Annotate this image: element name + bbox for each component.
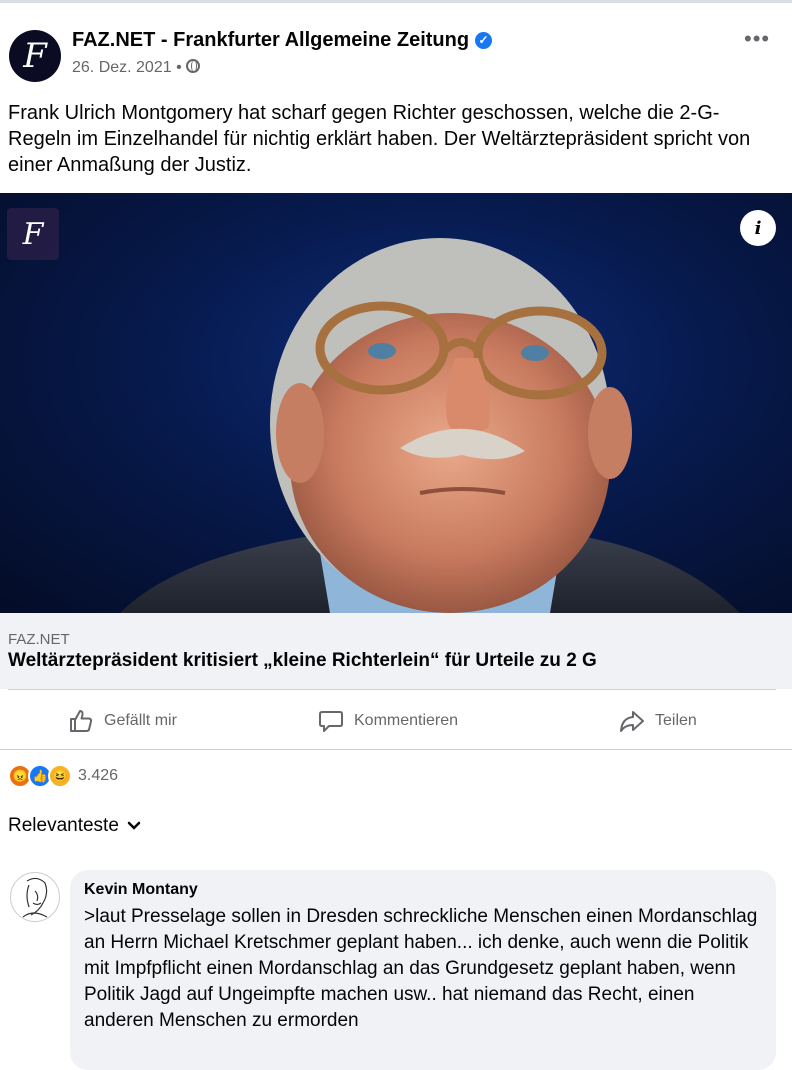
actions-top-divider (8, 689, 776, 690)
like-label: Gefällt mir (104, 712, 177, 729)
top-divider (0, 0, 792, 3)
face-shape (290, 313, 610, 613)
reaction-count: 3.426 (78, 767, 119, 784)
left-eye (368, 343, 396, 359)
thumbs-up-icon (70, 710, 93, 732)
portrait-photo (120, 238, 740, 613)
comment-icon (319, 711, 343, 732)
haha-reaction-icon: 😆 (48, 764, 72, 788)
verified-badge-icon: ✓ (475, 32, 493, 49)
share-icon (620, 711, 644, 732)
comment-text: >laut Presselage sollen in Dresden schre… (84, 906, 758, 1031)
reactions-summary[interactable]: 😠 👍 😆 3.426 (8, 764, 118, 788)
page-avatar[interactable]: F (9, 30, 61, 82)
sort-label: Relevanteste (8, 815, 119, 836)
post-meta: 26. Dez. 2021 • (72, 59, 200, 77)
commenter-avatar[interactable] (10, 872, 60, 922)
more-options-icon[interactable]: ••• (744, 26, 770, 52)
like-button[interactable]: Gefällt mir (68, 706, 177, 736)
share-button[interactable]: Teilen (619, 706, 697, 736)
link-preview-image[interactable] (0, 193, 792, 613)
chevron-down-icon (127, 821, 141, 830)
faz-watermark-icon: F (7, 208, 59, 260)
page-name[interactable]: FAZ.NET - Frankfurter Allgemeine Zeitung… (72, 29, 493, 52)
watermark-glyph: F (22, 216, 44, 252)
page-name-text[interactable]: FAZ.NET - Frankfurter Allgemeine Zeitung (72, 29, 469, 51)
meta-separator: • (176, 59, 182, 76)
right-eye (521, 345, 549, 361)
share-label: Teilen (655, 712, 697, 729)
comment-author[interactable]: Kevin Montany (84, 881, 198, 899)
right-ear (588, 387, 632, 479)
info-icon[interactable]: i (740, 210, 776, 246)
post-date[interactable]: 26. Dez. 2021 (72, 59, 172, 76)
comment-sort-dropdown[interactable]: Relevanteste (8, 815, 141, 837)
post-text: Frank Ulrich Montgomery hat scharf gegen… (8, 102, 751, 176)
comment-label: Kommentieren (354, 712, 459, 729)
comment-button[interactable]: Kommentieren (318, 706, 458, 736)
faz-logo-glyph: F (23, 36, 47, 76)
link-title[interactable]: Weltärztepräsident kritisiert „kleine Ri… (8, 650, 597, 672)
globe-icon (185, 59, 200, 73)
actions-bottom-divider (0, 749, 792, 750)
sketch-portrait-icon (22, 877, 48, 918)
link-domain: FAZ.NET (8, 631, 70, 648)
left-ear (276, 383, 324, 483)
